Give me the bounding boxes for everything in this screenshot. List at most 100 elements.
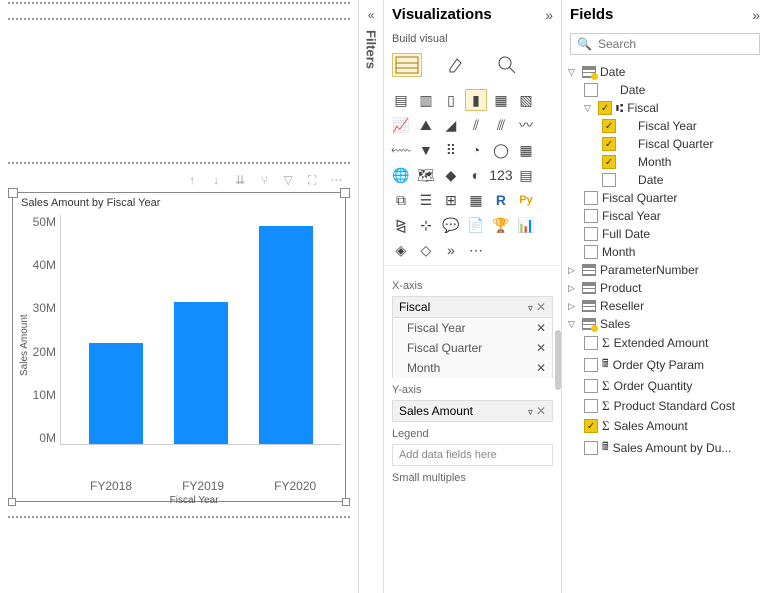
- donut-icon[interactable]: ◯: [490, 139, 512, 161]
- pie-icon[interactable]: ◔: [465, 139, 487, 161]
- checkbox[interactable]: [584, 209, 598, 223]
- paginated-icon[interactable]: 📊: [515, 214, 537, 236]
- narrative-icon[interactable]: 📄: [465, 214, 487, 236]
- x-axis-subfield-quarter[interactable]: Fiscal Quarter✕: [392, 338, 553, 358]
- checkbox[interactable]: [598, 101, 612, 115]
- field-order-qty-param[interactable]: 🖩Order Qty Param: [566, 353, 764, 376]
- ribbon-icon[interactable]: 〰: [515, 114, 537, 136]
- slicer-icon[interactable]: ☰: [415, 189, 437, 211]
- field-fiscal-date[interactable]: Date: [566, 171, 764, 189]
- search-input[interactable]: [598, 37, 753, 51]
- field-product-std-cost[interactable]: ΣProduct Standard Cost: [566, 396, 764, 416]
- checkbox[interactable]: [584, 441, 598, 455]
- checkbox[interactable]: [584, 399, 598, 413]
- scrollbar[interactable]: [555, 330, 561, 390]
- bar-fy2019[interactable]: [174, 302, 228, 444]
- y-axis-field[interactable]: Sales Amount▿ ✕: [392, 400, 553, 422]
- checkbox[interactable]: [602, 137, 616, 151]
- format-visual-tab[interactable]: [442, 53, 472, 77]
- qa-icon[interactable]: 💬: [440, 214, 462, 236]
- card-icon[interactable]: 123: [490, 164, 512, 186]
- expand-all-icon[interactable]: ⇊: [232, 172, 248, 188]
- more-visuals-icon[interactable]: ⋯: [465, 239, 487, 261]
- py-visual-icon[interactable]: Py: [515, 189, 537, 211]
- field-fiscal-month[interactable]: Month: [566, 153, 764, 171]
- table-parameter[interactable]: ▷ParameterNumber: [566, 261, 764, 279]
- stacked-column-icon[interactable]: ▯: [440, 89, 462, 111]
- checkbox[interactable]: [584, 245, 598, 259]
- kpi-icon[interactable]: ⧉: [390, 189, 412, 211]
- field-date[interactable]: Date: [566, 81, 764, 99]
- checkbox[interactable]: [584, 419, 598, 433]
- line-icon[interactable]: 📈: [390, 114, 412, 136]
- filter-icon[interactable]: ▽: [280, 172, 296, 188]
- multi-card-icon[interactable]: ▤: [515, 164, 537, 186]
- checkbox[interactable]: [602, 155, 616, 169]
- line-stacked-icon[interactable]: ⫽: [465, 114, 487, 136]
- checkbox[interactable]: [584, 336, 598, 350]
- x-axis-subfield-year[interactable]: Fiscal Year✕: [392, 318, 553, 338]
- plot-area[interactable]: [60, 215, 341, 445]
- collapse-icon[interactable]: «: [368, 8, 375, 22]
- field-order-quantity[interactable]: ΣOrder Quantity: [566, 376, 764, 396]
- area-icon[interactable]: ⛰: [415, 114, 437, 136]
- checkbox[interactable]: [602, 119, 616, 133]
- checkbox[interactable]: [584, 191, 598, 205]
- checkbox[interactable]: [584, 358, 598, 372]
- x-axis-subfield-month[interactable]: Month✕: [392, 358, 553, 378]
- stacked-bar100-icon[interactable]: ▦: [490, 89, 512, 111]
- map-icon[interactable]: 🌐: [390, 164, 412, 186]
- drill-up-icon[interactable]: ↑: [184, 172, 200, 188]
- stacked-area-icon[interactable]: ◢: [440, 114, 462, 136]
- waterfall-icon[interactable]: ⬳: [390, 139, 412, 161]
- decomp-tree-icon[interactable]: ⊹: [415, 214, 437, 236]
- focus-icon[interactable]: ⛶: [304, 172, 320, 188]
- field-sales-amount[interactable]: ΣSales Amount: [566, 416, 764, 436]
- analytics-tab[interactable]: [492, 53, 522, 77]
- stacked-col100-icon[interactable]: ▧: [515, 89, 537, 111]
- expand-icon[interactable]: »: [545, 7, 553, 23]
- field-fiscal-quarter[interactable]: Fiscal Quarter: [566, 135, 764, 153]
- more-icon[interactable]: ⋯: [328, 172, 344, 188]
- field-fiscal-quarter-flat[interactable]: Fiscal Quarter: [566, 189, 764, 207]
- clustered-column-icon[interactable]: ▮: [465, 89, 487, 111]
- scatter-icon[interactable]: ⠿: [440, 139, 462, 161]
- remove-icon[interactable]: ✕: [536, 321, 546, 335]
- field-fiscal-year[interactable]: Fiscal Year: [566, 117, 764, 135]
- field-full-date[interactable]: Full Date: [566, 225, 764, 243]
- clustered-bar-icon[interactable]: ▥: [415, 89, 437, 111]
- remove-icon[interactable]: ✕: [536, 300, 546, 314]
- checkbox[interactable]: [584, 379, 598, 393]
- table-sales[interactable]: ▽Sales: [566, 315, 764, 333]
- remove-icon[interactable]: ✕: [536, 361, 546, 375]
- field-fiscal-year-flat[interactable]: Fiscal Year: [566, 207, 764, 225]
- azure-map-icon[interactable]: ◆: [440, 164, 462, 186]
- remove-icon[interactable]: ✕: [536, 341, 546, 355]
- goals-icon[interactable]: 🏆: [490, 214, 512, 236]
- remove-icon[interactable]: ✕: [536, 404, 546, 418]
- filters-pane-collapsed[interactable]: « Filters: [358, 0, 384, 593]
- table-icon[interactable]: ⊞: [440, 189, 462, 211]
- bar-fy2018[interactable]: [89, 343, 143, 444]
- line-clustered-icon[interactable]: ⫻: [490, 114, 512, 136]
- filled-map-icon[interactable]: 🗺: [415, 164, 437, 186]
- hierarchy-icon[interactable]: ⑂: [256, 172, 272, 188]
- field-sales-amount-du[interactable]: 🖩Sales Amount by Du...: [566, 436, 764, 459]
- gauge-icon[interactable]: ◐: [465, 164, 487, 186]
- field-extended-amount[interactable]: ΣExtended Amount: [566, 333, 764, 353]
- automate-icon[interactable]: ◇: [415, 239, 437, 261]
- checkbox[interactable]: [584, 227, 598, 241]
- key-influencers-icon[interactable]: ⧎: [390, 214, 412, 236]
- matrix-icon[interactable]: ▦: [465, 189, 487, 211]
- legend-well[interactable]: Add data fields here: [392, 444, 553, 466]
- powerapps-icon[interactable]: ◈: [390, 239, 412, 261]
- fields-search[interactable]: 🔍: [570, 33, 760, 55]
- table-date[interactable]: ▽Date: [566, 63, 764, 81]
- treemap-icon[interactable]: ▦: [515, 139, 537, 161]
- drill-down-icon[interactable]: ↓: [208, 172, 224, 188]
- expand-icon[interactable]: »: [752, 7, 760, 23]
- x-axis-field[interactable]: Fiscal▿ ✕: [392, 296, 553, 318]
- funnel-icon[interactable]: ▼: [415, 139, 437, 161]
- field-month-flat[interactable]: Month: [566, 243, 764, 261]
- table-product[interactable]: ▷Product: [566, 279, 764, 297]
